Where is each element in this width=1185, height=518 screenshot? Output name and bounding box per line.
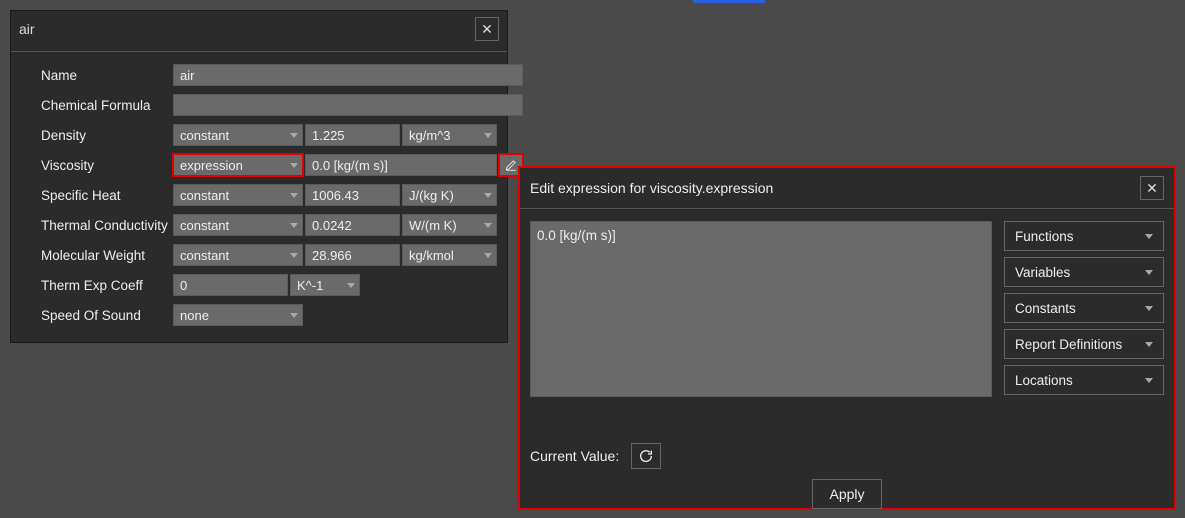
material-properties-panel: air ✕ Name Chemical Formula Density cons…	[10, 10, 508, 343]
functions-label: Functions	[1015, 229, 1074, 244]
thermal-conductivity-mode-select[interactable]: constant	[173, 214, 303, 236]
chemical-formula-input[interactable]	[173, 94, 523, 116]
viscosity-label: Viscosity	[41, 158, 171, 173]
specific-heat-unit-value: J/(kg K)	[409, 188, 454, 203]
chevron-down-icon	[347, 283, 355, 288]
edit-icon	[504, 158, 518, 172]
therm-exp-coeff-unit-value: K^-1	[297, 278, 323, 293]
expression-editor-title: Edit expression for viscosity.expression	[530, 180, 773, 196]
constants-label: Constants	[1015, 301, 1076, 316]
specific-heat-label: Specific Heat	[41, 188, 171, 203]
close-button[interactable]: ✕	[475, 17, 499, 41]
expression-editor-close-button[interactable]: ✕	[1140, 176, 1164, 200]
chevron-down-icon	[484, 253, 492, 258]
specific-heat-mode-select[interactable]: constant	[173, 184, 303, 206]
speed-of-sound-mode-value: none	[180, 308, 209, 323]
chevron-down-icon	[1145, 342, 1153, 347]
name-input[interactable]	[173, 64, 523, 86]
thermal-conductivity-mode-value: constant	[180, 218, 229, 233]
chevron-down-icon	[290, 193, 298, 198]
specific-heat-mode-value: constant	[180, 188, 229, 203]
chevron-down-icon	[484, 133, 492, 138]
molecular-weight-label: Molecular Weight	[41, 248, 171, 263]
close-icon: ✕	[481, 21, 493, 37]
therm-exp-coeff-unit-select[interactable]: K^-1	[290, 274, 360, 296]
speed-of-sound-mode-select[interactable]: none	[173, 304, 303, 326]
thermal-conductivity-unit-value: W/(m K)	[409, 218, 457, 233]
chevron-down-icon	[484, 223, 492, 228]
chevron-down-icon	[1145, 378, 1153, 383]
functions-dropdown[interactable]: Functions	[1004, 221, 1164, 251]
density-value-input[interactable]	[305, 124, 400, 146]
chevron-down-icon	[1145, 306, 1153, 311]
viscosity-mode-value: expression	[180, 158, 243, 173]
therm-exp-coeff-value-input[interactable]	[173, 274, 288, 296]
density-mode-value: constant	[180, 128, 229, 143]
name-label: Name	[41, 68, 171, 83]
chevron-down-icon	[484, 193, 492, 198]
panel-header: air ✕	[11, 11, 507, 52]
density-unit-select[interactable]: kg/m^3	[402, 124, 497, 146]
variables-dropdown[interactable]: Variables	[1004, 257, 1164, 287]
locations-dropdown[interactable]: Locations	[1004, 365, 1164, 395]
viscosity-mode-select[interactable]: expression	[173, 154, 303, 176]
viscosity-value: 0.0 [kg/(m s)]	[312, 158, 388, 173]
panel-title: air	[19, 21, 35, 37]
chevron-down-icon	[290, 223, 298, 228]
chevron-down-icon	[290, 253, 298, 258]
density-mode-select[interactable]: constant	[173, 124, 303, 146]
density-label: Density	[41, 128, 171, 143]
current-value-label: Current Value:	[530, 448, 619, 464]
refresh-current-value-button[interactable]	[631, 443, 661, 469]
molecular-weight-mode-value: constant	[180, 248, 229, 263]
expression-editor-header: Edit expression for viscosity.expression…	[520, 168, 1174, 209]
density-unit-value: kg/m^3	[409, 128, 451, 143]
close-icon: ✕	[1146, 180, 1158, 196]
expression-helper-dropdowns: Functions Variables Constants Report Def…	[1004, 221, 1164, 397]
specific-heat-value-input[interactable]	[305, 184, 400, 206]
thermal-conductivity-label: Thermal Conductivity	[41, 218, 171, 233]
therm-exp-coeff-label: Therm Exp Coeff	[41, 278, 171, 293]
molecular-weight-unit-value: kg/kmol	[409, 248, 454, 263]
chemical-formula-label: Chemical Formula	[41, 98, 171, 113]
chevron-down-icon	[290, 133, 298, 138]
molecular-weight-mode-select[interactable]: constant	[173, 244, 303, 266]
constants-dropdown[interactable]: Constants	[1004, 293, 1164, 323]
locations-label: Locations	[1015, 373, 1073, 388]
refresh-icon	[638, 448, 654, 464]
expression-textarea[interactable]	[530, 221, 992, 397]
chevron-down-icon	[290, 313, 298, 318]
molecular-weight-value-input[interactable]	[305, 244, 400, 266]
thermal-conductivity-unit-select[interactable]: W/(m K)	[402, 214, 497, 236]
molecular-weight-unit-select[interactable]: kg/kmol	[402, 244, 497, 266]
report-definitions-dropdown[interactable]: Report Definitions	[1004, 329, 1164, 359]
chevron-down-icon	[290, 163, 298, 168]
report-definitions-label: Report Definitions	[1015, 337, 1122, 352]
apply-button[interactable]: Apply	[812, 479, 881, 509]
speed-of-sound-label: Speed Of Sound	[41, 308, 171, 323]
expression-editor-panel: Edit expression for viscosity.expression…	[518, 166, 1176, 510]
chevron-down-icon	[1145, 234, 1153, 239]
chevron-down-icon	[1145, 270, 1153, 275]
thermal-conductivity-value-input[interactable]	[305, 214, 400, 236]
specific-heat-unit-select[interactable]: J/(kg K)	[402, 184, 497, 206]
viscosity-value-field: 0.0 [kg/(m s)]	[305, 154, 497, 176]
variables-label: Variables	[1015, 265, 1070, 280]
